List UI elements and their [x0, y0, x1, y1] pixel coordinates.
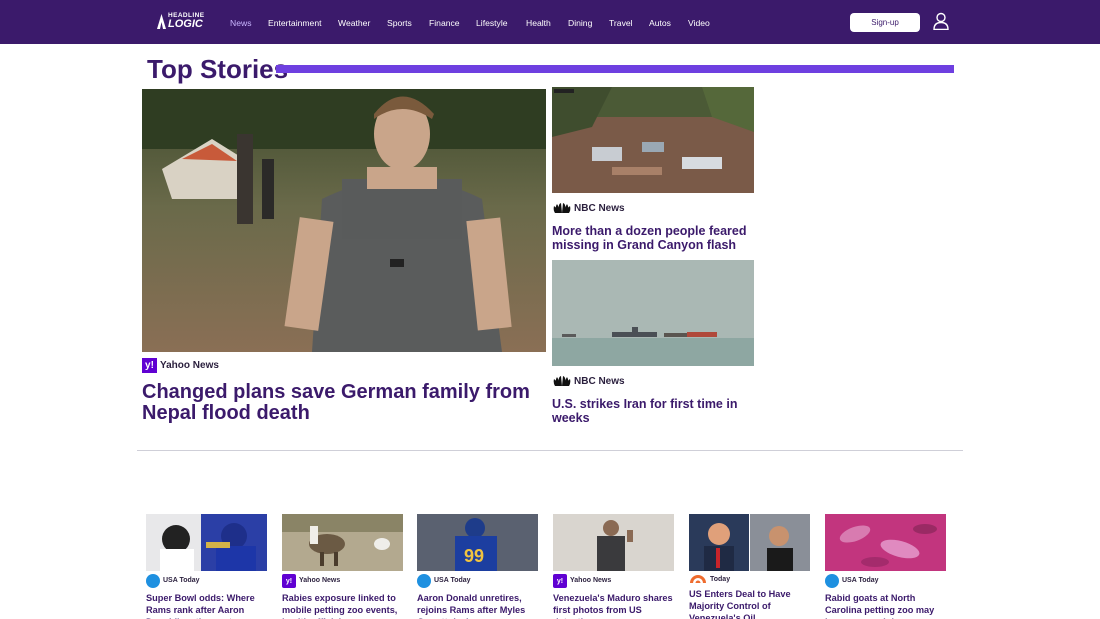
story-card-title[interactable]: Venezuela's Maduro shares first photos f…	[553, 592, 674, 619]
hero-photo	[142, 89, 546, 352]
hero-headline[interactable]: Changed plans save German family from Ne…	[142, 382, 532, 424]
story-card-source: USA Today	[842, 577, 879, 584]
story-card-title[interactable]: Rabies exposure linked to mobile petting…	[282, 592, 403, 619]
story-card[interactable]: USA Today Rabid goats at North Carolina …	[825, 514, 946, 619]
section-title: Top Stories	[147, 54, 289, 84]
signup-button[interactable]: Sign-up	[850, 13, 920, 32]
nbc-peacock-icon	[553, 376, 571, 386]
side-story-1-headline[interactable]: More than a dozen people feared missing …	[552, 224, 752, 252]
nbc-peacock-icon	[553, 203, 571, 213]
today-sunrise-logo-icon	[690, 575, 706, 583]
hero-source[interactable]: Yahoo News	[160, 360, 219, 371]
nav-news[interactable]: News	[230, 17, 252, 29]
usa-today-logo-icon	[417, 574, 431, 588]
story-card-title[interactable]: US Enters Deal to Have Majority Control …	[689, 588, 810, 619]
nav-finance[interactable]: Finance	[429, 17, 460, 29]
story-card-source: Yahoo News	[299, 577, 341, 584]
story-card-title[interactable]: Rabid goats at North Carolina petting zo…	[825, 592, 946, 619]
side-story-2-image[interactable]	[552, 260, 754, 366]
story-card-source: Yahoo News	[570, 577, 612, 584]
story-card-title[interactable]: Super Bowl odds: Where Rams rank after A…	[146, 592, 267, 619]
yahoo-logo-icon: y!	[553, 574, 567, 588]
section-accent-bar	[276, 65, 954, 73]
yahoo-logo-icon: y!	[142, 358, 157, 373]
yahoo-logo-icon: y!	[282, 574, 296, 588]
story-card-source: USA Today	[163, 577, 200, 584]
nav-autos[interactable]: Autos	[649, 17, 671, 29]
side-story-1-source[interactable]: NBC News	[574, 203, 625, 214]
story-card-image	[553, 514, 674, 571]
brand-line2: LOGIC	[168, 18, 203, 30]
story-card-source: USA Today	[434, 577, 471, 584]
story-card-source: Today	[710, 576, 731, 583]
usa-today-logo-icon	[146, 574, 160, 588]
story-card[interactable]: 99 USA Today Aaron Donald unretires, rej…	[417, 514, 538, 619]
story-card-image	[146, 514, 267, 571]
nav-travel[interactable]: Travel	[609, 17, 633, 29]
story-card-image	[282, 514, 403, 571]
nav-health[interactable]: Health	[526, 17, 551, 29]
side-story-1-image[interactable]	[552, 87, 754, 193]
user-account-icon[interactable]	[932, 12, 950, 30]
nav-entertainment[interactable]: Entertainment	[268, 17, 322, 29]
nav-sports[interactable]: Sports	[387, 17, 412, 29]
side-story-2-headline[interactable]: U.S. strikes Iran for first time in week…	[552, 397, 752, 427]
brand-logo[interactable]: HEADLINE LOGIC	[156, 11, 208, 31]
nav-lifestyle[interactable]: Lifestyle	[476, 17, 508, 29]
side-story-2-photo	[552, 260, 754, 366]
side-story-2-source[interactable]: NBC News	[574, 376, 625, 387]
side-story-1-photo	[552, 87, 754, 193]
story-card-image: 99	[417, 514, 538, 571]
usa-today-logo-icon	[825, 574, 839, 588]
hero-image[interactable]	[142, 89, 546, 352]
top-nav: HEADLINE LOGIC News Entertainment Weathe…	[0, 0, 1100, 44]
story-card[interactable]: y! Yahoo News Venezuela's Maduro shares …	[553, 514, 674, 619]
story-card[interactable]: y! Yahoo News Rabies exposure linked to …	[282, 514, 403, 619]
section-divider	[137, 450, 963, 451]
nav-video[interactable]: Video	[688, 17, 710, 29]
story-card[interactable]: USA Today Super Bowl odds: Where Rams ra…	[146, 514, 267, 619]
logo-mark-icon	[157, 14, 166, 29]
story-card-image	[825, 514, 946, 571]
story-card-image	[689, 514, 810, 571]
story-card-title[interactable]: Aaron Donald unretires, rejoins Rams aft…	[417, 592, 538, 619]
nav-weather[interactable]: Weather	[338, 17, 370, 29]
story-card[interactable]: Today US Enters Deal to Have Majority Co…	[689, 514, 810, 619]
nav-dining[interactable]: Dining	[568, 17, 592, 29]
svg-text:99: 99	[464, 546, 484, 566]
